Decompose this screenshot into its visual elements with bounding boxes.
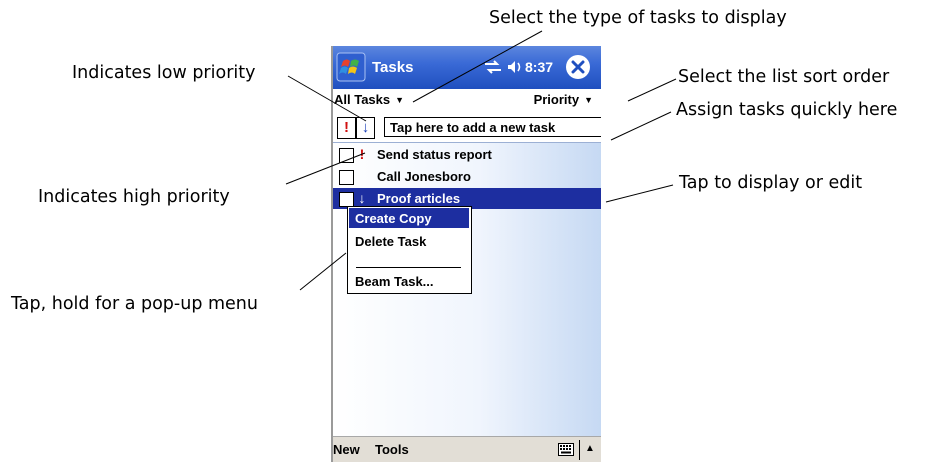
filter-bar: All Tasks ▼ Priority ▼ (331, 89, 601, 110)
task-checkbox[interactable] (339, 148, 354, 163)
menu-bar: New Tools ▲ (331, 436, 601, 462)
entry-bar: ! ↓ (331, 110, 601, 143)
leader-tap-display-edit (605, 184, 674, 203)
chevron-down-icon: ▼ (584, 95, 593, 105)
callout-high-priority: Indicates high priority (38, 187, 230, 207)
callout-assign-quickly: Assign tasks quickly here (676, 100, 898, 120)
menu-item-create-copy[interactable]: Create Copy (349, 208, 469, 228)
context-popup-menu: Create Copy Delete Task Beam Task... (347, 206, 472, 294)
close-button[interactable] (566, 55, 590, 79)
callout-low-priority: Indicates low priority (72, 63, 256, 83)
keyboard-icon[interactable] (558, 443, 574, 456)
sort-order-dropdown[interactable]: Priority ▼ (534, 92, 593, 107)
title-bar: Tasks 8:37 (331, 46, 601, 89)
task-label: Proof articles (377, 191, 461, 206)
high-priority-button[interactable]: ! (337, 117, 356, 139)
connectivity-icon[interactable] (483, 58, 503, 76)
volume-icon[interactable] (506, 58, 524, 76)
new-menu-button[interactable]: New (333, 442, 360, 457)
leader-sort-order (627, 78, 677, 102)
chevron-down-icon: ▼ (395, 95, 405, 105)
sort-order-label: Priority (533, 92, 580, 107)
menu-item-beam-task[interactable]: Beam Task... (349, 271, 469, 291)
pocket-pc-screen: Tasks 8:37 All Tasks ▼ Priority ▼ ! ↓ Ta… (331, 46, 601, 462)
app-title: Tasks (372, 59, 414, 76)
callout-tap-display-edit: Tap to display or edit (679, 173, 863, 193)
menu-divider (579, 440, 580, 460)
task-label: Call Jonesboro (377, 169, 471, 184)
low-priority-icon: ↓ (358, 190, 366, 206)
device-border (331, 46, 333, 462)
leader-assign-quickly (610, 111, 672, 141)
task-label: Send status report (377, 147, 492, 162)
callout-tap-hold-popup: Tap, hold for a pop-up menu (11, 294, 258, 314)
tools-menu-button[interactable]: Tools (375, 442, 409, 457)
windows-start-icon[interactable] (336, 52, 366, 82)
menu-item-delete-task[interactable]: Delete Task (349, 231, 469, 251)
category-filter-dropdown[interactable]: All Tasks ▼ (334, 92, 404, 107)
menu-item-label: Delete Task (355, 234, 427, 249)
high-priority-icon: ! (359, 146, 365, 162)
new-task-input[interactable] (384, 117, 601, 137)
callout-sort-order: Select the list sort order (678, 67, 890, 87)
low-priority-button[interactable]: ↓ (356, 117, 375, 139)
task-row-send-status-report[interactable]: ! Send status report (331, 144, 601, 165)
menu-item-label: Beam Task... (355, 274, 434, 289)
menu-item-label: Create Copy (355, 211, 432, 226)
task-row-call-jonesboro[interactable]: Call Jonesboro (331, 166, 601, 187)
menu-divider (356, 267, 461, 268)
task-checkbox[interactable] (339, 192, 354, 207)
clock[interactable]: 8:37 (525, 59, 553, 75)
task-checkbox[interactable] (339, 170, 354, 185)
chevron-up-icon[interactable]: ▲ (585, 443, 595, 454)
category-filter-label: All Tasks (334, 92, 391, 107)
callout-select-type: Select the type of tasks to display (489, 8, 787, 28)
close-icon (571, 60, 585, 74)
